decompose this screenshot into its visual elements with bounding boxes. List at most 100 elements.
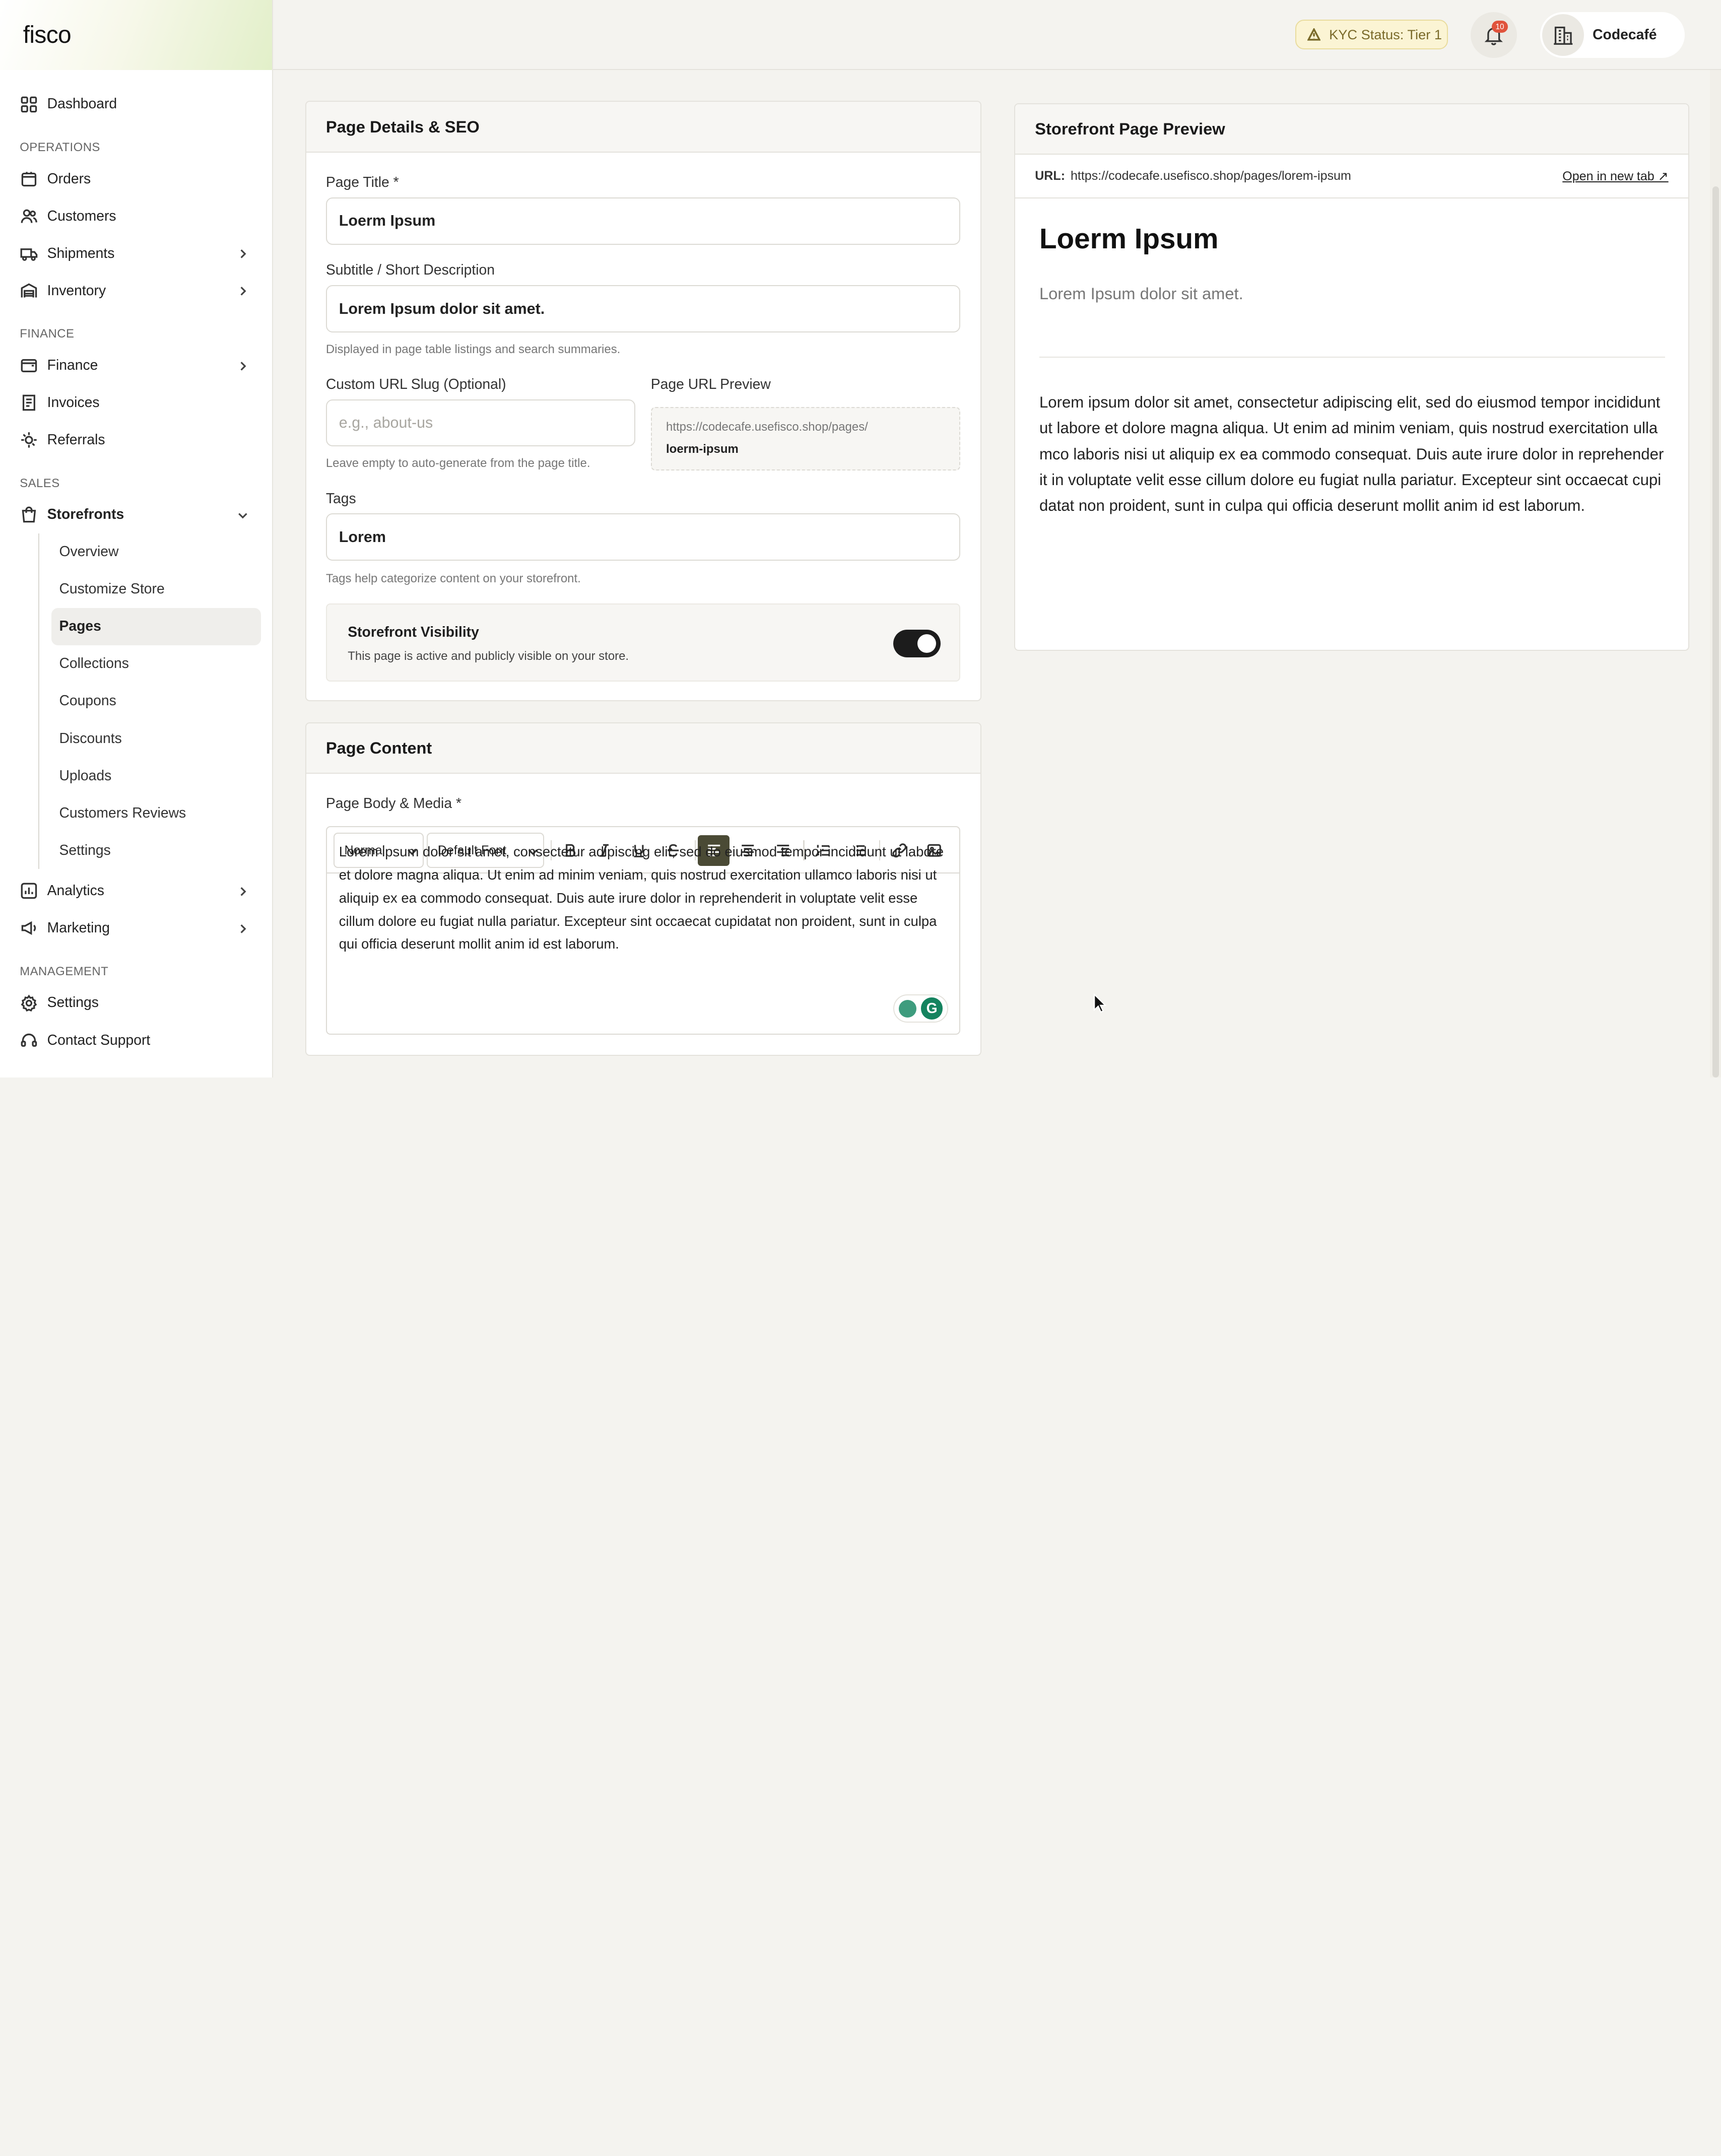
slug-field[interactable] (339, 414, 635, 432)
sidebar-item-invoices[interactable]: Invoices (0, 384, 272, 421)
preview-divider (1039, 356, 1665, 358)
submenu-item-pages[interactable]: Pages (51, 608, 261, 645)
sidebar-item-label: Contact Support (47, 1032, 151, 1048)
submenu-item-uploads[interactable]: Uploads (39, 757, 272, 794)
sidebar-item-finance[interactable]: Finance (0, 347, 272, 384)
sidebar-item-analytics[interactable]: Analytics (0, 872, 272, 910)
submenu-item-customize-store[interactable]: Customize Store (39, 571, 272, 608)
sidebar-item-label: Orders (47, 170, 91, 187)
page-details-card: Page Details & SEO Page Title * Subtitle… (305, 101, 981, 702)
slug-label: Custom URL Slug (Optional) (325, 376, 506, 393)
account-name: Codecafé (1593, 27, 1657, 43)
subtitle-field[interactable] (339, 300, 960, 318)
url-preview-slug: loerm-ipsum (666, 442, 739, 456)
chevron-right-icon (237, 247, 248, 259)
sidebar-item-referrals[interactable]: Referrals (0, 421, 272, 458)
sidebar-item-settings[interactable]: Settings (0, 984, 272, 1022)
rich-text-editor: Normal Default Font Lorem ipsum dolor si… (325, 826, 961, 1035)
account-menu-button[interactable]: Codecafé (1540, 12, 1685, 58)
app-window: fisco Dashboard OPERATIONS Orders Custom… (0, 0, 1721, 1078)
subtitle-input[interactable] (325, 285, 961, 332)
kyc-status-badge[interactable]: KYC Status: Tier 1 (1295, 20, 1448, 50)
shopping-bag-icon (20, 505, 38, 524)
section-management: MANAGEMENT (20, 965, 109, 979)
sidebar-item-storefronts[interactable]: Storefronts (0, 496, 272, 533)
sidebar-item-label: Dashboard (47, 96, 117, 112)
headset-icon (20, 1031, 38, 1050)
page-scrollbar[interactable] (1710, 70, 1721, 1078)
sidebar-item-orders[interactable]: Orders (0, 160, 272, 197)
grammarly-widget[interactable]: G (893, 994, 949, 1023)
megaphone-icon (20, 919, 38, 937)
kyc-status-label: KYC Status: Tier 1 (1329, 26, 1442, 42)
sidebar-item-contact-support[interactable]: Contact Support (0, 1022, 272, 1059)
url-preview-base: https://codecafe.usefisco.shop/pages/ (666, 420, 868, 434)
url-preview-label: Page URL Preview (650, 376, 771, 393)
sidebar-item-label: Storefronts (47, 506, 124, 523)
page-title-label: Page Title * (325, 174, 399, 191)
sidebar-item-inventory[interactable]: Inventory (0, 272, 272, 309)
logo[interactable]: fisco (0, 0, 273, 71)
notifications-button[interactable] (1471, 12, 1517, 58)
sidebar-item-shipments[interactable]: Shipments (0, 235, 272, 272)
visibility-title: Storefront Visibility (348, 624, 479, 641)
submenu-item-customers-reviews[interactable]: Customers Reviews (39, 794, 272, 832)
section-operations: OPERATIONS (20, 141, 100, 155)
storefront-submenu: Overview Customize Store Pages Collectio… (38, 533, 272, 869)
slug-input[interactable] (325, 399, 636, 447)
orders-icon (20, 170, 38, 188)
sidebar-item-marketing[interactable]: Marketing (0, 910, 272, 947)
tags-field[interactable] (339, 528, 960, 546)
invoice-icon (20, 393, 38, 412)
tags-label: Tags (325, 490, 356, 507)
warehouse-icon (20, 282, 38, 300)
page-details-title: Page Details & SEO (306, 102, 980, 153)
submenu-item-collections[interactable]: Collections (39, 645, 272, 683)
submenu-item-overview[interactable]: Overview (39, 533, 272, 571)
sidebar-item-label: Referrals (47, 432, 105, 448)
editor-body-text[interactable]: Lorem ipsum dolor sit amet, consectetur … (339, 840, 949, 956)
visibility-toggle[interactable] (893, 630, 941, 657)
sidebar-item-label: Finance (47, 357, 98, 373)
chevron-down-icon (237, 508, 248, 519)
tags-hint: Tags help categorize content on your sto… (325, 571, 581, 585)
subtitle-hint: Displayed in page table listings and sea… (325, 342, 621, 356)
preview-url-label: URL: (1035, 169, 1066, 183)
users-icon (20, 207, 38, 226)
submenu-item-coupons[interactable]: Coupons (39, 683, 272, 720)
chevron-right-icon (237, 359, 248, 371)
sidebar-item-label: Inventory (47, 282, 106, 299)
submenu-item-discounts[interactable]: Discounts (39, 720, 272, 757)
lightbulb-icon (899, 999, 917, 1018)
tags-input[interactable] (325, 513, 961, 561)
submenu-item-settings[interactable]: Settings (39, 832, 272, 869)
building-icon (1553, 26, 1572, 45)
chart-icon (20, 882, 38, 900)
slug-hint: Leave empty to auto-generate from the pa… (325, 456, 590, 470)
sidebar-item-customers[interactable]: Customers (0, 197, 272, 235)
sidebar-item-label: Marketing (47, 920, 110, 936)
mouse-cursor-icon (1093, 993, 1107, 1013)
sidebar-item-label: Shipments (47, 245, 115, 261)
visibility-description: This page is active and publicly visible… (348, 649, 629, 663)
url-preview-box: https://codecafe.usefisco.shop/pages/ lo… (650, 407, 961, 471)
section-sales: SALES (20, 476, 60, 490)
sidebar: fisco Dashboard OPERATIONS Orders Custom… (0, 0, 274, 1078)
chevron-right-icon (237, 284, 248, 296)
sidebar-item-label: Customers (47, 208, 116, 224)
sidebar-item-dashboard[interactable]: Dashboard (0, 86, 272, 123)
page-title-input[interactable] (325, 197, 961, 245)
warning-icon (1307, 28, 1320, 41)
page-title-field[interactable] (339, 212, 960, 230)
referral-icon (20, 431, 38, 449)
page-content-card: Page Content Page Body & Media * Normal … (305, 722, 981, 1056)
grammarly-icon: G (920, 997, 943, 1020)
open-new-tab-link[interactable]: Open in new tab ↗ (1562, 169, 1668, 184)
sidebar-item-label: Invoices (47, 394, 100, 411)
scrollbar-thumb[interactable] (1712, 186, 1719, 1078)
wallet-icon (20, 356, 38, 375)
preview-subtitle: Lorem Ipsum dolor sit amet. (1039, 284, 1243, 303)
gear-icon (20, 993, 38, 1012)
dashboard-icon (20, 95, 38, 113)
preview-body: Lorem ipsum dolor sit amet, consectetur … (1039, 393, 1664, 515)
